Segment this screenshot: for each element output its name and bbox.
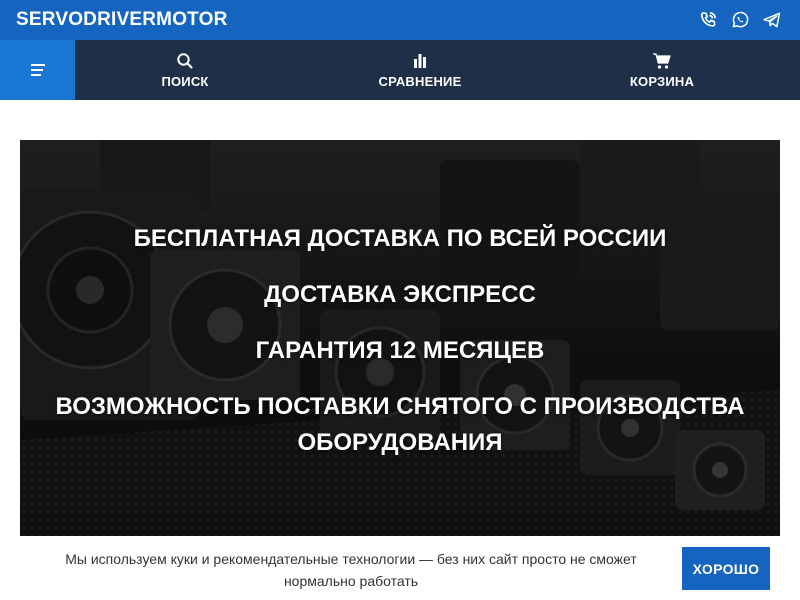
menu-button[interactable] xyxy=(0,40,75,100)
banner-headlines: БЕСПЛАТНАЯ ДОСТАВКА ПО ВСЕЙ РОССИИ ДОСТА… xyxy=(20,140,780,536)
cart-icon xyxy=(652,51,672,71)
contact-links xyxy=(696,8,784,32)
cookie-notice: Мы используем куки и рекомендательные те… xyxy=(0,536,800,600)
cookie-accept-button[interactable]: ХОРОШО xyxy=(682,547,770,590)
main-nav: ПОИСК СРАВНЕНИЕ КОРЗИНА xyxy=(0,40,800,100)
site-logo[interactable]: SERVODRIVERMOTOR xyxy=(16,9,228,31)
compare-bars-icon xyxy=(411,51,429,71)
nav-compare-label: СРАВНЕНИЕ xyxy=(378,74,462,89)
banner-line-discontinued: ВОЗМОЖНОСТЬ ПОСТАВКИ СНЯТОГО С ПРОИЗВОДС… xyxy=(55,393,745,456)
hamburger-menu-icon xyxy=(30,64,45,76)
search-icon xyxy=(176,51,194,71)
cookie-text: Мы используем куки и рекомендательные те… xyxy=(65,551,637,589)
nav-search[interactable]: ПОИСК xyxy=(135,40,235,100)
phone-icon[interactable] xyxy=(696,8,720,32)
banner-line-express: ДОСТАВКА ЭКСПРЕСС xyxy=(264,281,536,308)
banner-line-warranty: ГАРАНТИЯ 12 МЕСЯЦЕВ xyxy=(255,337,545,364)
promo-banner[interactable]: БЕСПЛАТНАЯ ДОСТАВКА ПО ВСЕЙ РОССИИ ДОСТА… xyxy=(20,140,780,536)
nav-cart-label: КОРЗИНА xyxy=(629,74,695,89)
nav-search-label: ПОИСК xyxy=(161,74,209,89)
banner-line-free-delivery: БЕСПЛАТНАЯ ДОСТАВКА ПО ВСЕЙ РОССИИ xyxy=(133,225,667,252)
telegram-icon[interactable] xyxy=(760,8,784,32)
top-bar: SERVODRIVERMOTOR xyxy=(0,0,800,40)
whatsapp-icon[interactable] xyxy=(728,8,752,32)
nav-compare[interactable]: СРАВНЕНИЕ xyxy=(365,40,475,100)
nav-cart[interactable]: КОРЗИНА xyxy=(612,40,712,100)
